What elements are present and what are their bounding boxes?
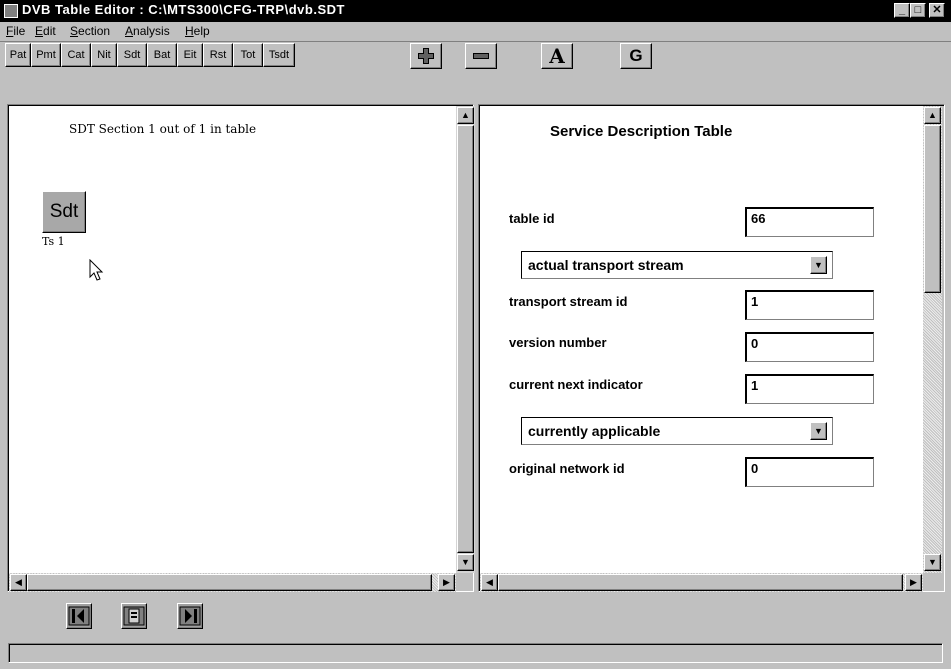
sdt-node[interactable]: Sdt: [42, 191, 86, 233]
stream-type-dropdown[interactable]: actual transport stream ▼: [521, 251, 833, 279]
close-button[interactable]: ✕: [929, 3, 945, 18]
left-vertical-scrollbar[interactable]: ▲ ▼: [456, 106, 475, 573]
maximize-button[interactable]: □: [910, 3, 926, 18]
version-number-label: version number: [509, 335, 607, 350]
last-section-button[interactable]: [177, 603, 203, 629]
chevron-down-icon[interactable]: ▼: [810, 422, 827, 440]
tab-pat[interactable]: Pat: [5, 43, 31, 67]
left-horizontal-scrollbar[interactable]: ◀ ▶: [9, 573, 456, 592]
right-hscroll-thumb[interactable]: [498, 574, 903, 591]
menu-bar: File Edit Section Analysis Help: [0, 23, 951, 41]
transport-stream-id-field[interactable]: 1: [745, 290, 874, 320]
document-icon: [123, 606, 145, 626]
app-icon[interactable]: [4, 4, 18, 18]
last-page-icon: [179, 606, 201, 626]
tab-rst[interactable]: Rst: [203, 43, 233, 67]
left-pane[interactable]: SDT Section 1 out of 1 in table Sdt Ts 1: [9, 106, 457, 573]
menu-file-label: ile: [13, 24, 26, 38]
menu-edit-label: dit: [43, 24, 56, 38]
version-number-field[interactable]: 0: [745, 332, 874, 362]
table-id-label: table id: [509, 211, 555, 226]
menu-analysis[interactable]: Analysis: [125, 24, 170, 38]
tab-nit[interactable]: Nit: [91, 43, 117, 67]
tab-tot[interactable]: Tot: [233, 43, 263, 67]
left-hscroll-thumb[interactable]: [27, 574, 432, 591]
menu-help-label: elp: [193, 24, 210, 38]
current-next-indicator-label: current next indicator: [509, 377, 643, 392]
transport-stream-id-label: transport stream id: [509, 294, 628, 309]
right-scroll-down-button[interactable]: ▼: [924, 554, 941, 571]
tab-cat[interactable]: Cat: [61, 43, 91, 67]
menu-edit-mnemonic: E: [35, 24, 44, 38]
window-title: DVB Table Editor : C:\MTS300\CFG-TRP\dvb…: [22, 2, 345, 17]
remove-section-button[interactable]: [465, 43, 497, 69]
original-network-id-field[interactable]: 0: [745, 457, 874, 487]
status-bar: [8, 643, 943, 663]
right-scroll-thumb[interactable]: [924, 125, 941, 293]
title-bar[interactable]: DVB Table Editor : C:\MTS300\CFG-TRP\dvb…: [0, 0, 951, 22]
section-header: SDT Section 1 out of 1 in table: [69, 122, 257, 136]
a-button[interactable]: A: [541, 43, 573, 69]
first-page-icon: [68, 606, 90, 626]
menu-file[interactable]: File: [6, 24, 25, 38]
cursor-icon: [89, 259, 104, 281]
tab-sdt[interactable]: Sdt: [117, 43, 147, 67]
menu-edit[interactable]: Edit: [35, 24, 56, 38]
left-scroll-right-button[interactable]: ▶: [438, 574, 455, 591]
menu-help-mnemonic: H: [185, 24, 194, 38]
minimize-button[interactable]: _: [894, 3, 910, 18]
applicability-value: currently applicable: [528, 423, 661, 439]
table-id-field[interactable]: 66: [745, 207, 874, 237]
add-section-button[interactable]: [410, 43, 442, 69]
left-scroll-up-button[interactable]: ▲: [457, 107, 474, 124]
left-scroll-thumb[interactable]: [457, 125, 474, 553]
right-scroll-right-button[interactable]: ▶: [905, 574, 922, 591]
plus-icon: [418, 48, 434, 64]
node-caption: Ts 1: [42, 235, 65, 248]
applicability-dropdown[interactable]: currently applicable ▼: [521, 417, 833, 445]
section-info-button[interactable]: [121, 603, 147, 629]
menu-section-mnemonic: S: [70, 24, 79, 38]
chevron-down-icon[interactable]: ▼: [810, 256, 827, 274]
tab-eit[interactable]: Eit: [177, 43, 203, 67]
menu-analysis-label: nalysis: [133, 24, 170, 38]
tab-pmt[interactable]: Pmt: [31, 43, 61, 67]
toolbar-divider: [0, 41, 951, 42]
form-heading: Service Description Table: [550, 123, 733, 140]
first-section-button[interactable]: [66, 603, 92, 629]
minus-icon: [473, 53, 489, 59]
left-scroll-left-button[interactable]: ◀: [10, 574, 27, 591]
current-next-indicator-field[interactable]: 1: [745, 374, 874, 404]
right-pane: Service Description Table table id 66 ac…: [480, 106, 923, 573]
menu-analysis-mnemonic: A: [125, 24, 134, 38]
menu-section-label: ection: [78, 24, 111, 38]
tab-tsdt[interactable]: Tsdt: [263, 43, 295, 67]
original-network-id-label: original network id: [509, 461, 625, 476]
right-horizontal-scrollbar[interactable]: ◀ ▶: [480, 573, 923, 592]
tab-bat[interactable]: Bat: [147, 43, 177, 67]
stream-type-value: actual transport stream: [528, 257, 684, 273]
right-scroll-up-button[interactable]: ▲: [924, 107, 941, 124]
menu-help[interactable]: Help: [185, 24, 210, 38]
right-scroll-left-button[interactable]: ◀: [481, 574, 498, 591]
menu-section[interactable]: Section: [70, 24, 110, 38]
left-scroll-down-button[interactable]: ▼: [457, 554, 474, 571]
g-button[interactable]: G: [620, 43, 652, 69]
right-vertical-scrollbar[interactable]: ▲ ▼: [923, 106, 942, 573]
